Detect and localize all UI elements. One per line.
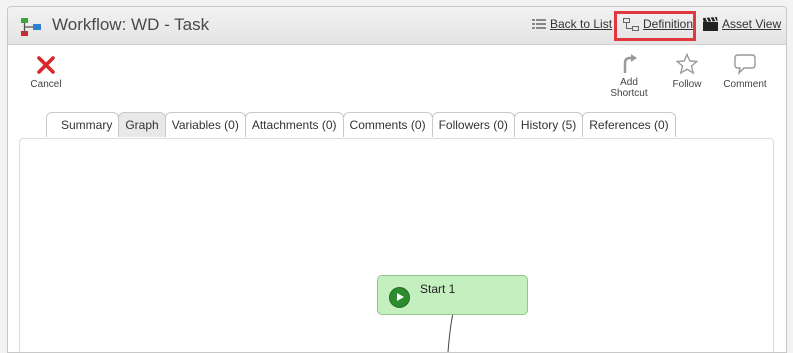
play-icon: [389, 287, 410, 308]
start-node[interactable]: Start 1: [377, 275, 528, 315]
workflow-window: Workflow: WD - Task Back to List Definit…: [7, 6, 787, 353]
start-node-label: Start 1: [420, 282, 456, 296]
